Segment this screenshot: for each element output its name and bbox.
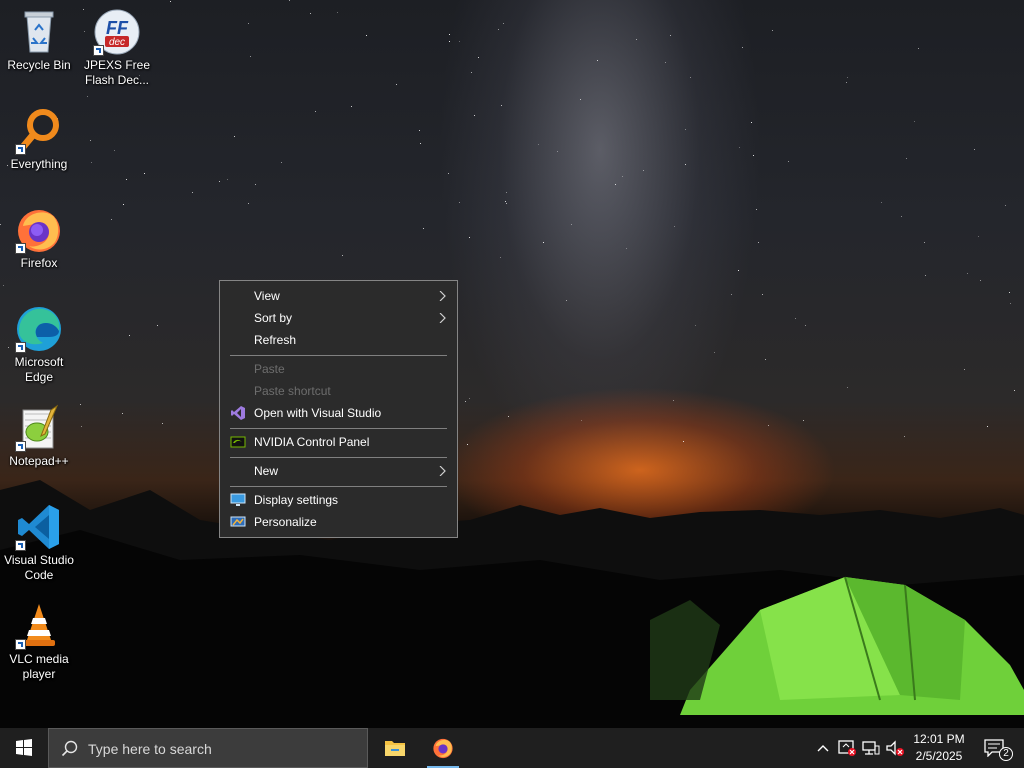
volume-muted-icon[interactable] — [885, 738, 905, 758]
chevron-right-icon — [439, 466, 446, 476]
shortcut-arrow-icon — [15, 144, 26, 155]
taskbar-clock[interactable]: 12:01 PM 2/5/2025 — [904, 731, 974, 765]
jpexs-ffdec-icon: FF dec — [93, 8, 141, 56]
menu-item-sort-by[interactable]: Sort by — [220, 307, 457, 329]
desktop-icon-vscode[interactable]: Visual Studio Code — [0, 503, 78, 583]
desktop-context-menu: View Sort by Refresh Paste Paste shortcu… — [219, 280, 458, 538]
search-placeholder: Type here to search — [88, 741, 212, 757]
desktop-icon-label: VLC media player — [9, 652, 69, 681]
svg-text:dec: dec — [109, 37, 125, 48]
firefox-icon — [433, 738, 453, 759]
start-button[interactable] — [0, 728, 48, 768]
menu-separator — [230, 457, 447, 458]
desktop-icon-vlc[interactable]: VLC media player — [0, 602, 78, 682]
menu-separator — [230, 486, 447, 487]
clock-time: 12:01 PM — [913, 732, 965, 746]
menu-separator — [230, 428, 447, 429]
desktop-icon-jpexs[interactable]: FF dec JPEXS Free Flash Dec... — [78, 8, 156, 88]
taskbar: Type here to search 12:01 PM 2/5/2025 2 — [0, 728, 1024, 768]
svg-text:FF: FF — [106, 18, 129, 38]
menu-item-paste-shortcut: Paste shortcut — [254, 384, 331, 398]
windows-logo-icon — [16, 739, 32, 756]
desktop-icon-label: JPEXS Free Flash Dec... — [83, 58, 151, 87]
recycle-bin-icon — [15, 8, 63, 56]
menu-item-personalize[interactable]: Personalize — [220, 511, 457, 533]
notepadpp-icon — [15, 404, 63, 452]
shortcut-arrow-icon — [15, 342, 26, 353]
menu-item-new[interactable]: New — [220, 460, 457, 482]
chevron-right-icon — [439, 313, 446, 323]
wallpaper-tent — [650, 576, 1024, 715]
notification-count-badge: 2 — [999, 747, 1013, 761]
desktop-icon-edge[interactable]: Microsoft Edge — [0, 305, 78, 385]
firefox-icon — [15, 206, 63, 254]
vscode-icon — [15, 503, 63, 551]
desktop-icon-label: Firefox — [20, 256, 58, 270]
taskbar-search-box[interactable]: Type here to search — [48, 728, 368, 768]
menu-item-view[interactable]: View — [220, 285, 457, 307]
visual-studio-icon — [231, 406, 245, 420]
desktop-icon-label: Microsoft Edge — [14, 355, 64, 384]
shortcut-arrow-icon — [15, 243, 26, 254]
menu-item-paste: Paste — [254, 362, 285, 376]
taskbar-app-file-explorer[interactable] — [371, 728, 419, 768]
menu-item-display-settings[interactable]: Display settings — [220, 489, 457, 511]
shortcut-arrow-icon — [15, 540, 26, 551]
personalize-icon — [230, 516, 246, 527]
desktop-icon-label: Visual Studio Code — [4, 553, 74, 582]
desktop-icon-label: Recycle Bin — [7, 58, 71, 72]
network-icon[interactable] — [861, 738, 881, 758]
chevron-up-icon[interactable] — [813, 738, 833, 758]
clock-date: 2/5/2025 — [915, 749, 963, 763]
file-explorer-icon — [385, 741, 405, 756]
menu-item-open-with-visual-studio[interactable]: Open with Visual Studio — [220, 402, 457, 424]
desktop-icon-everything[interactable]: Everything — [0, 107, 78, 172]
desktop-icon-label: Everything — [10, 157, 68, 171]
chevron-right-icon — [439, 291, 446, 301]
menu-item-refresh[interactable]: Refresh — [220, 329, 457, 351]
desktop-icon-notepadpp[interactable]: Notepad++ — [0, 404, 78, 469]
display-icon — [230, 493, 246, 506]
menu-separator — [230, 355, 447, 356]
menu-item-nvidia-control-panel[interactable]: NVIDIA Control Panel — [220, 431, 457, 453]
desktop-wallpaper[interactable] — [0, 0, 1024, 728]
taskbar-app-firefox[interactable] — [419, 728, 467, 768]
desktop-icon-recycle-bin[interactable]: Recycle Bin — [0, 8, 78, 73]
desktop-icon-label: Notepad++ — [9, 454, 69, 468]
everything-search-icon — [15, 107, 63, 155]
nvidia-icon — [230, 436, 246, 448]
shortcut-arrow-icon — [15, 441, 26, 452]
desktop-icon-firefox[interactable]: Firefox — [0, 206, 78, 271]
vlc-icon — [15, 602, 63, 650]
search-icon — [61, 740, 78, 757]
security-alert-icon[interactable] — [837, 738, 857, 758]
shortcut-arrow-icon — [93, 45, 104, 56]
action-center-button[interactable]: 2 — [978, 728, 1024, 768]
shortcut-arrow-icon — [15, 639, 26, 650]
edge-icon — [15, 305, 63, 353]
